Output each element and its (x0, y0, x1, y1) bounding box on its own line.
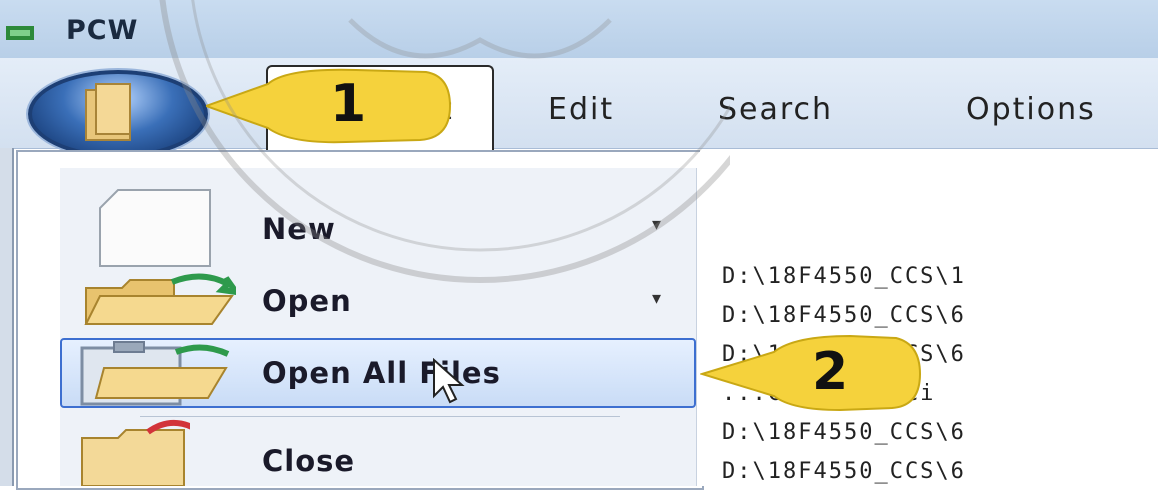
callout-2-number: 2 (812, 342, 849, 402)
new-submenu-arrow-icon[interactable]: ▾ (652, 214, 661, 235)
menu-item-new[interactable]: New (262, 212, 336, 246)
open-submenu-arrow-icon[interactable]: ▾ (652, 288, 661, 309)
recent-file-2[interactable]: D:\18F4550_CCS\6 (722, 303, 966, 328)
menu-edit[interactable]: Edit (548, 92, 614, 127)
menu-search[interactable]: Search (718, 92, 833, 127)
window-frame (0, 148, 14, 486)
recent-file-5[interactable]: D:\18F4550_CCS\6 (722, 420, 966, 445)
recent-file-1[interactable]: D:\18F4550_CCS\1 (722, 264, 966, 289)
menu-options[interactable]: Options (966, 92, 1096, 127)
title-bar: PCW (0, 0, 1158, 58)
window-title: PCW (66, 15, 139, 46)
menu-item-open[interactable]: Open (262, 284, 352, 318)
open-folder-icon (84, 273, 236, 325)
recent-file-6[interactable]: D:\18F4550_CCS\6 (722, 459, 966, 484)
app-icon (6, 26, 34, 40)
blank-document-icon (99, 189, 211, 267)
close-folder-icon (81, 419, 190, 486)
callout-1-number: 1 (330, 74, 367, 134)
callout-1 (206, 68, 452, 144)
folder-icon (85, 83, 131, 141)
open-all-files-icon (80, 341, 230, 406)
menu-separator (140, 416, 620, 417)
menu-item-close[interactable]: Close (262, 444, 355, 478)
callout-2 (700, 334, 922, 412)
mouse-cursor-icon (433, 358, 465, 404)
